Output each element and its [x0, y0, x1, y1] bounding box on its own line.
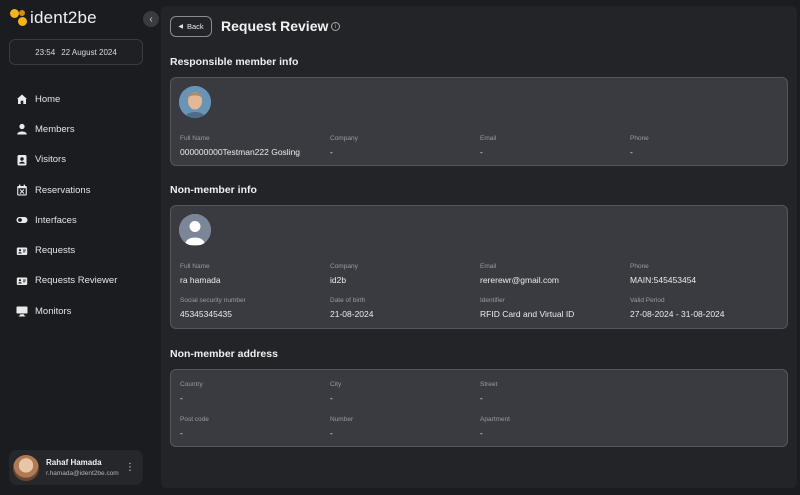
sidebar-item-label: Home [35, 93, 61, 105]
non-member-address-card: Country - City - Street - Post code - Nu… [170, 369, 788, 447]
sidebar-item-requests[interactable]: Requests [16, 235, 146, 265]
back-button-label: Back [186, 22, 204, 31]
clock-date: 22 August 2024 [61, 47, 117, 57]
sidebar-item-reservations[interactable]: Reservations [16, 175, 146, 205]
sidebar-item-members[interactable]: Members [16, 114, 146, 144]
ticket-review-icon [16, 275, 28, 287]
collapse-sidebar-button[interactable]: ‹ [143, 11, 159, 27]
field-ssn: Social security number 45345345435 [180, 297, 246, 319]
field-date-of-birth: Date of birth 21-08-2024 [330, 297, 374, 319]
field-phone: Phone MAIN:545453454 [630, 263, 697, 285]
field-country: Country - [180, 381, 203, 403]
monitor-icon [16, 305, 28, 317]
ticket-icon [16, 245, 28, 257]
toggle-icon [16, 214, 28, 226]
arrow-left-icon: ◀ [178, 24, 183, 30]
app-logo[interactable]: ident2be [10, 8, 97, 28]
section-title-responsible: Responsible member info [170, 56, 299, 68]
field-number: Number - [330, 416, 354, 438]
field-company: Company - [330, 135, 358, 157]
field-valid-period: Valid Period 27-08-2024 - 31-08-2024 [630, 297, 725, 319]
sidebar-item-label: Monitors [35, 305, 72, 317]
logo-text: ident2be [30, 8, 97, 27]
info-icon[interactable]: i [331, 22, 340, 31]
non-member-card: Full Name ra hamada Company id2b Email r… [170, 205, 788, 329]
sidebar-item-home[interactable]: Home [16, 84, 146, 114]
field-city: City - [330, 381, 342, 403]
field-post-code: Post code - [180, 416, 209, 438]
sidebar-item-requests-reviewer[interactable]: Requests Reviewer [16, 266, 146, 296]
member-avatar [179, 86, 211, 118]
field-full-name: Full Name 000000000Testman222 Gosling [180, 135, 301, 157]
profile-email: r.hamada@ident2be.com [46, 470, 119, 477]
avatar [13, 454, 39, 481]
field-apartment: Apartment - [480, 416, 510, 438]
section-title-address: Non-member address [170, 348, 278, 360]
field-email: Email rererewr@gmail.com [480, 263, 560, 285]
sidebar: ident2be 23:54 22 August 2024 Home Membe… [0, 0, 152, 495]
clock-time: 23:54 [35, 47, 56, 57]
sidebar-item-monitors[interactable]: Monitors [16, 296, 146, 326]
profile-name: Rahaf Hamada [46, 458, 102, 467]
user-profile[interactable]: Rahaf Hamada r.hamada@ident2be.com ⋮ [9, 450, 143, 485]
person-icon [16, 123, 28, 135]
sidebar-item-label: Requests [35, 245, 76, 257]
sidebar-item-label: Reservations [35, 184, 91, 196]
sidebar-nav: Home Members Visitors Reservations Inter… [16, 84, 146, 326]
field-phone: Phone - [630, 135, 649, 157]
main-panel: ◀ Back Request Review i Responsible memb… [161, 6, 797, 488]
sidebar-item-interfaces[interactable]: Interfaces [16, 205, 146, 235]
logo-mark-icon [10, 9, 28, 27]
chevron-left-icon: ‹ [149, 13, 153, 25]
sidebar-item-visitors[interactable]: Visitors [16, 145, 146, 175]
field-full-name: Full Name ra hamada [180, 263, 221, 285]
sidebar-item-label: Interfaces [35, 214, 77, 226]
field-identifier: Identifier RFID Card and Virtual ID [480, 297, 575, 319]
back-button[interactable]: ◀ Back [170, 16, 212, 37]
sidebar-item-label: Visitors [35, 154, 66, 166]
more-vertical-icon[interactable]: ⋮ [125, 461, 135, 474]
calendar-icon [16, 184, 28, 196]
field-company: Company id2b [330, 263, 358, 285]
sidebar-item-label: Requests Reviewer [35, 275, 118, 287]
field-email: Email - [480, 135, 497, 157]
page-title: Request Review [221, 18, 329, 34]
default-avatar-icon [179, 214, 211, 246]
section-title-non-member: Non-member info [170, 184, 257, 196]
responsible-member-card: Full Name 000000000Testman222 Gosling Co… [170, 77, 788, 166]
clock-display: 23:54 22 August 2024 [9, 39, 143, 65]
home-icon [16, 93, 28, 105]
badge-icon [16, 154, 28, 166]
sidebar-item-label: Members [35, 123, 75, 135]
field-street: Street - [480, 381, 498, 403]
